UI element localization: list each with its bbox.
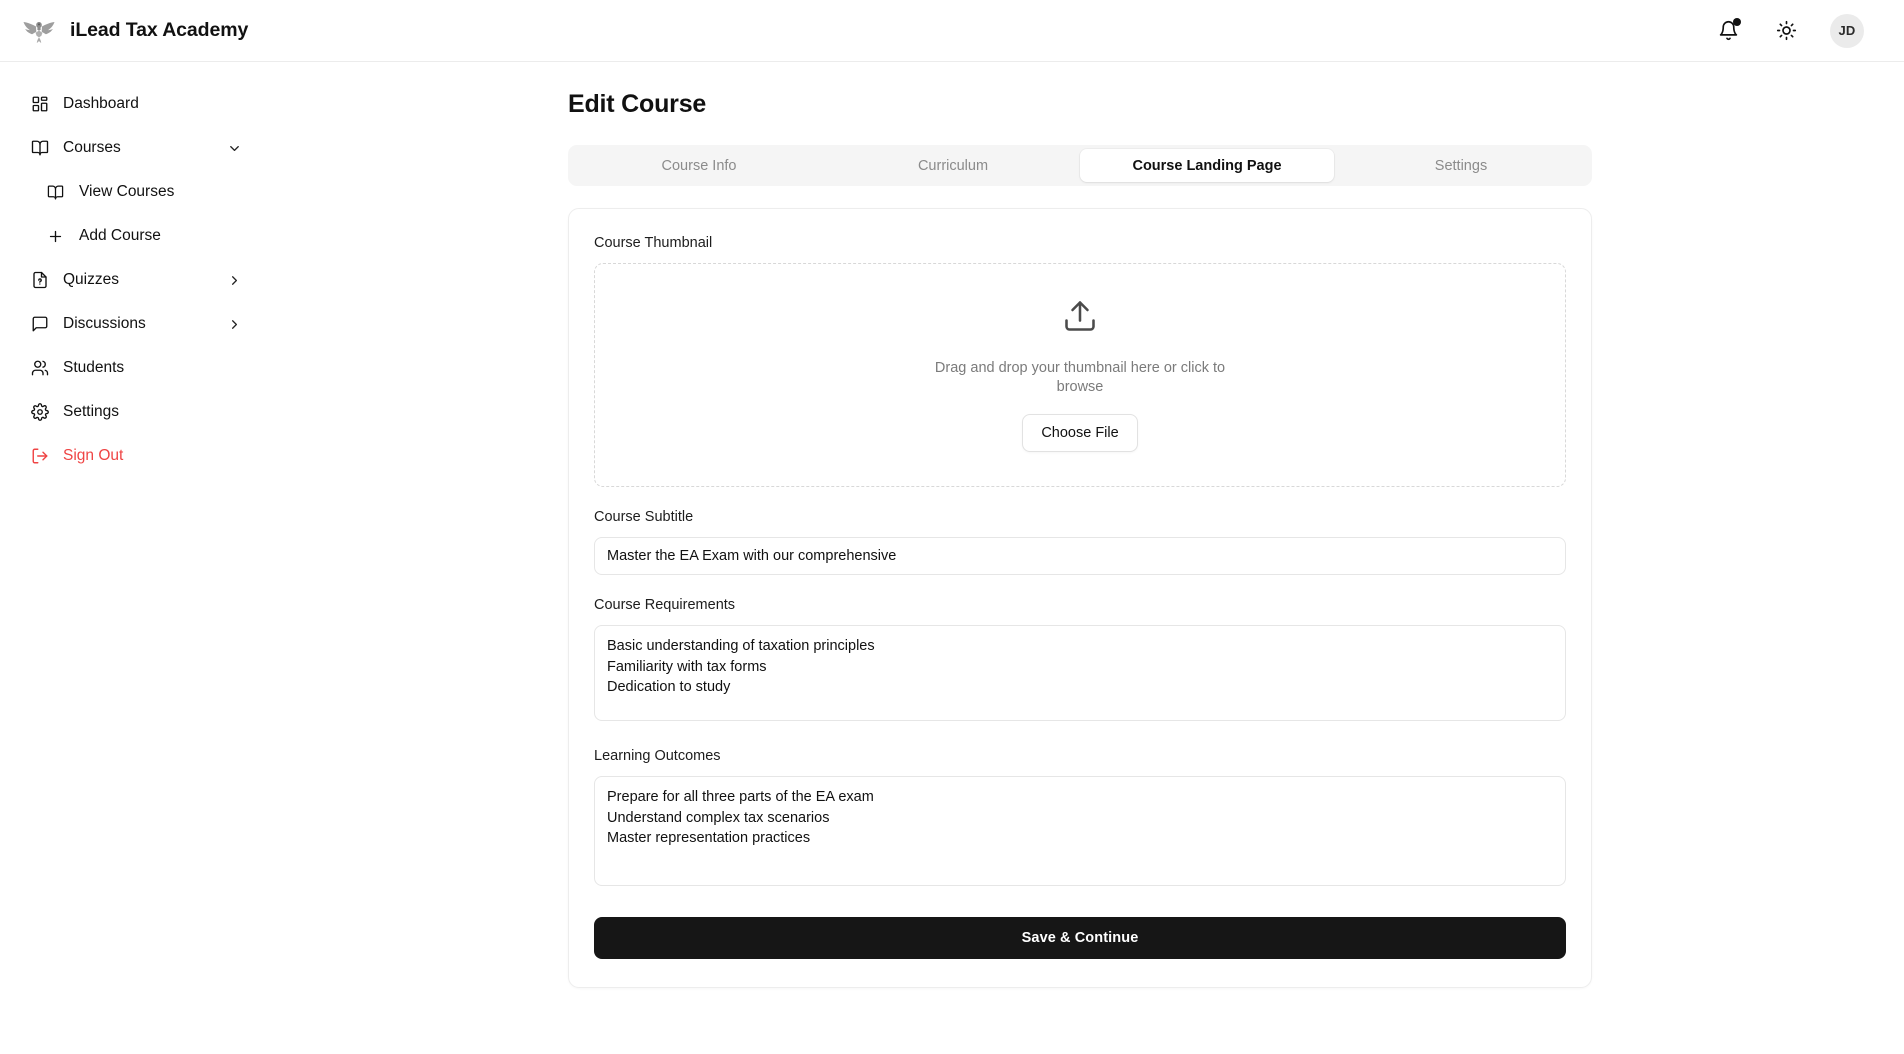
chevron-right-icon[interactable] [226,316,242,332]
tab-bar: Course Info Curriculum Course Landing Pa… [568,145,1592,186]
course-requirements-textarea[interactable]: Basic understanding of taxation principl… [594,625,1566,721]
page-title: Edit Course [568,90,1904,119]
top-bar-actions: JD [1714,14,1882,48]
tab-course-info[interactable]: Course Info [572,149,826,182]
sidebar-item-label: Dashboard [63,95,242,113]
sidebar-item-view-courses[interactable]: View Courses [20,172,250,212]
learning-outcomes-field: Learning Outcomes Prepare for all three … [594,748,1566,891]
choose-file-button[interactable]: Choose File [1022,414,1137,452]
course-subtitle-label: Course Subtitle [594,509,1566,525]
learning-outcomes-label: Learning Outcomes [594,748,1566,764]
sidebar-item-label: Settings [63,403,242,421]
top-bar: iLead Tax Academy JD [0,0,1904,62]
course-subtitle-field: Course Subtitle [594,509,1566,575]
avatar[interactable]: JD [1830,14,1864,48]
thumbnail-field: Course Thumbnail Drag and drop your thum… [594,235,1566,487]
sidebar: Dashboard Courses View Courses [0,62,270,1054]
upload-icon [1062,298,1098,339]
notification-dot [1733,18,1741,26]
sidebar-item-students[interactable]: Students [20,348,250,388]
chevron-right-icon[interactable] [226,272,242,288]
avatar-initials: JD [1838,23,1855,38]
sidebar-item-label: Add Course [79,227,242,245]
log-out-icon [30,447,49,466]
book-icon [46,183,65,202]
main-content: Edit Course Course Info Curriculum Cours… [270,62,1904,1054]
sidebar-item-discussions[interactable]: Discussions [20,304,250,344]
brand[interactable]: iLead Tax Academy [22,16,248,46]
sidebar-item-quizzes[interactable]: Quizzes [20,260,250,300]
course-requirements-label: Course Requirements [594,597,1566,613]
learning-outcomes-textarea[interactable]: Prepare for all three parts of the EA ex… [594,776,1566,886]
sidebar-item-label: Sign Out [63,447,242,465]
gear-icon [30,403,49,422]
sidebar-item-label: View Courses [79,183,242,201]
sidebar-item-courses[interactable]: Courses [20,128,250,168]
notifications-button[interactable] [1714,17,1742,45]
message-square-icon [30,315,49,334]
eagle-logo-icon [22,16,56,46]
theme-toggle-button[interactable] [1772,17,1800,45]
course-requirements-field: Course Requirements Basic understanding … [594,597,1566,726]
tab-settings[interactable]: Settings [1334,149,1588,182]
users-icon [30,359,49,378]
sidebar-item-label: Quizzes [63,271,212,289]
sun-icon [1776,20,1797,41]
course-landing-page-form: Course Thumbnail Drag and drop your thum… [568,208,1592,988]
save-and-continue-button[interactable]: Save & Continue [594,917,1566,959]
layout-dashboard-icon [30,95,49,114]
sidebar-item-add-course[interactable]: Add Course [20,216,250,256]
chevron-down-icon[interactable] [226,140,242,156]
plus-icon [46,227,65,246]
thumbnail-label: Course Thumbnail [594,235,1566,251]
sidebar-item-label: Discussions [63,315,212,333]
dropzone-instructions: Drag and drop your thumbnail here or cli… [915,359,1245,395]
sidebar-item-dashboard[interactable]: Dashboard [20,84,250,124]
sidebar-item-sign-out[interactable]: Sign Out [20,436,250,476]
sidebar-item-settings[interactable]: Settings [20,392,250,432]
tab-curriculum[interactable]: Curriculum [826,149,1080,182]
sidebar-item-label: Courses [63,139,212,157]
thumbnail-dropzone[interactable]: Drag and drop your thumbnail here or cli… [594,263,1566,487]
brand-name: iLead Tax Academy [70,19,248,42]
book-icon [30,139,49,158]
file-question-icon [30,271,49,290]
course-subtitle-input[interactable] [594,537,1566,575]
tab-course-landing-page[interactable]: Course Landing Page [1080,149,1334,182]
sidebar-item-label: Students [63,359,242,377]
